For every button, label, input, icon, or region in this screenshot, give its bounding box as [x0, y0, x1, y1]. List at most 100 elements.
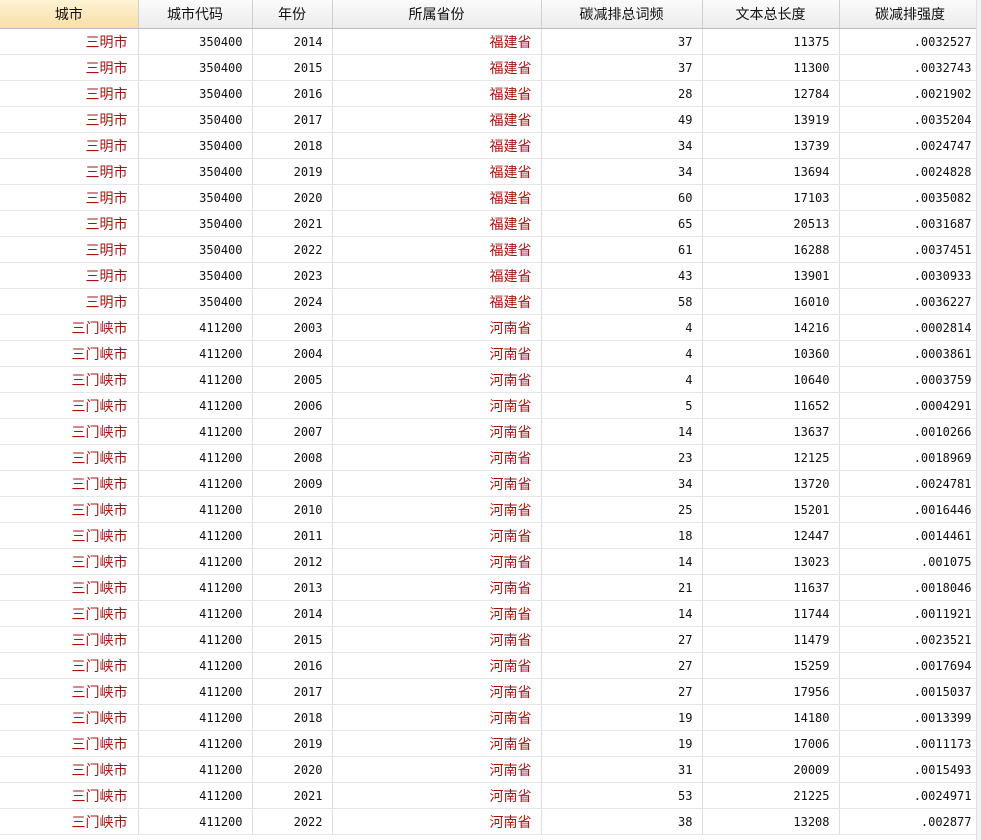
cell-carbon-word-freq[interactable]: 28	[541, 80, 703, 107]
cell-carbon-word-freq[interactable]: 14	[541, 600, 703, 627]
cell-carbon-intensity[interactable]: .0015493	[839, 756, 981, 783]
cell-city[interactable]: 三门峡市	[0, 730, 139, 757]
cell-text-length[interactable]: 12447	[702, 522, 840, 549]
cell-city[interactable]: 三门峡市	[0, 522, 139, 549]
cell-text-length[interactable]: 20009	[702, 756, 840, 783]
cell-text-length[interactable]: 10640	[702, 366, 840, 393]
cell-carbon-word-freq[interactable]: 25	[541, 496, 703, 523]
cell-carbon-intensity[interactable]: .0035082	[839, 184, 981, 211]
cell-carbon-word-freq[interactable]: 38	[541, 808, 703, 835]
cell-text-length[interactable]: 13919	[702, 106, 840, 133]
table-row[interactable]: 三明市 350400 2016 福建省 28 12784.0021902	[0, 80, 981, 107]
cell-city-code[interactable]: 411200	[138, 730, 253, 757]
table-row[interactable]: 三门峡市 411200 2015 河南省 27 11479.0023521	[0, 626, 981, 653]
cell-year[interactable]: 2010	[252, 496, 333, 523]
cell-text-length[interactable]: 16010	[702, 288, 840, 315]
cell-carbon-intensity[interactable]: .0023521	[839, 626, 981, 653]
cell-text-length[interactable]: 17103	[702, 184, 840, 211]
cell-province[interactable]: 福建省	[332, 288, 542, 315]
cell-province[interactable]: 福建省	[332, 132, 542, 159]
cell-province[interactable]: 福建省	[332, 80, 542, 107]
cell-carbon-intensity[interactable]: .0032527	[839, 28, 981, 55]
column-header-carbon-word-freq[interactable]: 碳减排总词频	[541, 0, 703, 29]
cell-province[interactable]: 河南省	[332, 678, 542, 705]
cell-text-length[interactable]: 13720	[702, 470, 840, 497]
cell-city[interactable]: 三门峡市	[0, 392, 139, 419]
cell-carbon-intensity[interactable]: .0036227	[839, 288, 981, 315]
cell-city[interactable]: 三门峡市	[0, 548, 139, 575]
cell-province[interactable]: 河南省	[332, 548, 542, 575]
cell-text-length[interactable]: 13901	[702, 262, 840, 289]
cell-carbon-word-freq[interactable]: 5	[541, 392, 703, 419]
column-header-city[interactable]: 城市	[0, 0, 139, 29]
cell-carbon-word-freq[interactable]: 60	[541, 184, 703, 211]
cell-city-code[interactable]: 411200	[138, 652, 253, 679]
cell-city-code[interactable]: 411200	[138, 444, 253, 471]
table-row[interactable]: 三门峡市 411200 2008 河南省 23 12125.0018969	[0, 444, 981, 471]
cell-carbon-intensity[interactable]: .0024971	[839, 782, 981, 809]
cell-text-length[interactable]: 15201	[702, 496, 840, 523]
cell-carbon-intensity[interactable]: .0015037	[839, 678, 981, 705]
cell-city[interactable]: 三门峡市	[0, 366, 139, 393]
cell-city-code[interactable]: 411200	[138, 626, 253, 653]
cell-carbon-intensity[interactable]: .0024747	[839, 132, 981, 159]
cell-year[interactable]: 2011	[252, 522, 333, 549]
cell-carbon-word-freq[interactable]: 34	[541, 132, 703, 159]
table-row[interactable]: 三门峡市 411200 2004 河南省 4 10360.0003861	[0, 340, 981, 367]
cell-year[interactable]: 2024	[252, 288, 333, 315]
cell-carbon-intensity[interactable]: .0016446	[839, 496, 981, 523]
cell-year[interactable]: 2016	[252, 652, 333, 679]
cell-city-code[interactable]: 350400	[138, 106, 253, 133]
cell-carbon-word-freq[interactable]: 53	[541, 782, 703, 809]
cell-city[interactable]: 三明市	[0, 54, 139, 81]
cell-province[interactable]: 河南省	[332, 340, 542, 367]
cell-year[interactable]: 2017	[252, 106, 333, 133]
cell-city[interactable]: 三门峡市	[0, 340, 139, 367]
cell-city[interactable]: 三明市	[0, 210, 139, 237]
cell-carbon-intensity[interactable]: .0002814	[839, 314, 981, 341]
cell-city[interactable]: 三门峡市	[0, 626, 139, 653]
cell-province[interactable]: 福建省	[332, 210, 542, 237]
cell-text-length[interactable]: 11652	[702, 392, 840, 419]
cell-province[interactable]: 河南省	[332, 470, 542, 497]
cell-city[interactable]: 三明市	[0, 80, 139, 107]
table-row[interactable]: 三明市 350400 2014 福建省 37 11375.0032527	[0, 28, 981, 55]
cell-carbon-intensity[interactable]: .002877	[839, 808, 981, 835]
cell-year[interactable]: 2018	[252, 132, 333, 159]
cell-city[interactable]: 三门峡市	[0, 600, 139, 627]
cell-year[interactable]: 2005	[252, 366, 333, 393]
cell-carbon-word-freq[interactable]: 49	[541, 106, 703, 133]
cell-province[interactable]: 福建省	[332, 28, 542, 55]
cell-city[interactable]: 三门峡市	[0, 314, 139, 341]
cell-year[interactable]: 2017	[252, 678, 333, 705]
column-header-city-code[interactable]: 城市代码	[138, 0, 253, 29]
cell-year[interactable]: 2006	[252, 392, 333, 419]
cell-text-length[interactable]: 17006	[702, 730, 840, 757]
table-row[interactable]: 三明市 350400 2018 福建省 34 13739.0024747	[0, 132, 981, 159]
cell-province[interactable]: 河南省	[332, 366, 542, 393]
cell-carbon-word-freq[interactable]: 18	[541, 522, 703, 549]
table-row[interactable]: 三明市 350400 2017 福建省 49 13919.0035204	[0, 106, 981, 133]
cell-year[interactable]: 2022	[252, 808, 333, 835]
cell-year[interactable]: 2004	[252, 340, 333, 367]
cell-city[interactable]: 三明市	[0, 236, 139, 263]
cell-city-code[interactable]: 411200	[138, 496, 253, 523]
cell-text-length[interactable]: 16288	[702, 236, 840, 263]
table-row[interactable]: 三明市 350400 2019 福建省 34 13694.0024828	[0, 158, 981, 185]
cell-carbon-word-freq[interactable]: 4	[541, 314, 703, 341]
table-row[interactable]: 三明市 350400 2022 福建省 61 16288.0037451	[0, 236, 981, 263]
cell-province[interactable]: 河南省	[332, 574, 542, 601]
table-row[interactable]: 三门峡市 411200 2018 河南省 19 14180.0013399	[0, 704, 981, 731]
table-row[interactable]: 三门峡市 411200 2022 河南省 38 13208.002877	[0, 808, 981, 835]
cell-province[interactable]: 河南省	[332, 782, 542, 809]
cell-province[interactable]: 河南省	[332, 756, 542, 783]
cell-carbon-word-freq[interactable]: 27	[541, 626, 703, 653]
cell-city[interactable]: 三门峡市	[0, 678, 139, 705]
cell-year[interactable]: 2007	[252, 418, 333, 445]
cell-carbon-intensity[interactable]: .0003861	[839, 340, 981, 367]
table-row[interactable]: 三明市 350400 2023 福建省 43 13901.0030933	[0, 262, 981, 289]
cell-city[interactable]: 三明市	[0, 184, 139, 211]
cell-year[interactable]: 2019	[252, 158, 333, 185]
cell-year[interactable]: 2003	[252, 314, 333, 341]
cell-province[interactable]: 河南省	[332, 444, 542, 471]
